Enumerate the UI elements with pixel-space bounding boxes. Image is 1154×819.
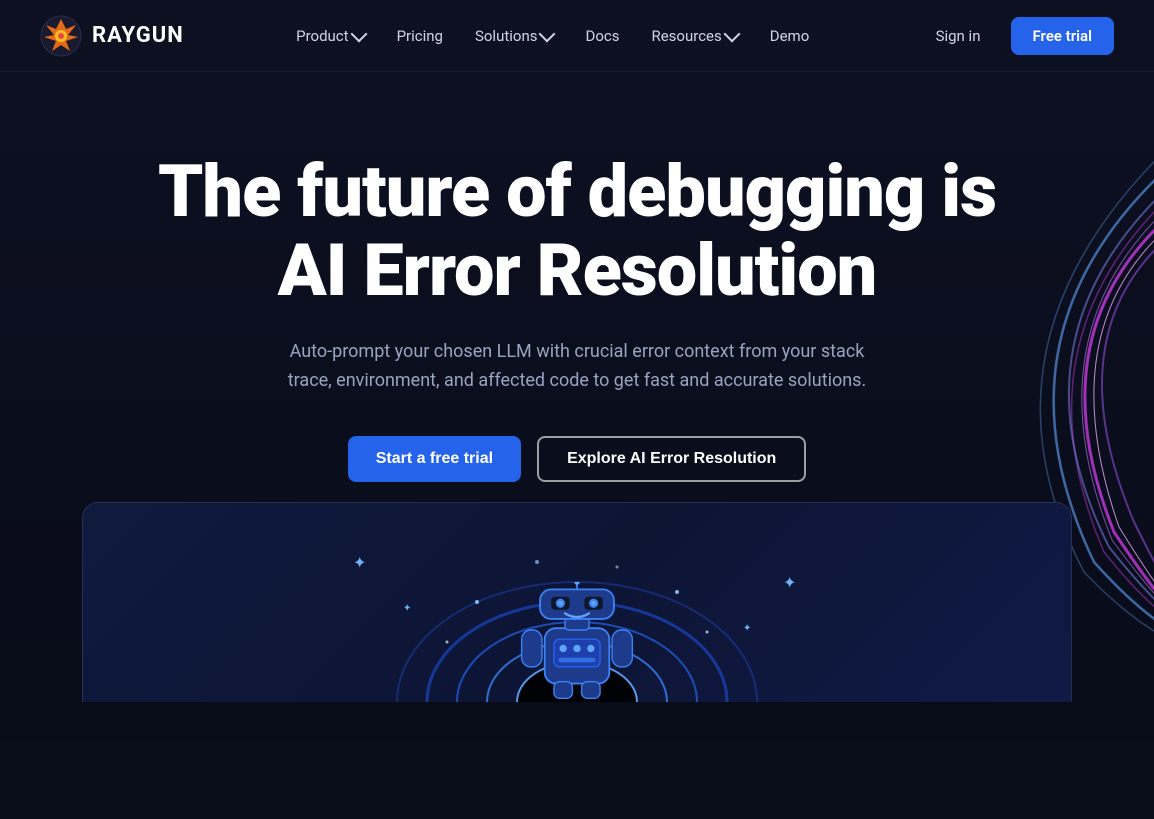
chevron-down-icon (350, 26, 367, 43)
nav-item-product[interactable]: Product (282, 19, 378, 53)
start-free-trial-button[interactable]: Start a free trial (348, 436, 521, 482)
dashboard-preview: ✦ ✦ ✦ ✦ (82, 502, 1072, 702)
sparkle-1: ✦ (353, 553, 366, 572)
nav-actions: Sign in Free trial (922, 17, 1114, 55)
nav-item-demo[interactable]: Demo (756, 19, 824, 53)
chevron-down-icon (539, 26, 556, 43)
robot-figure (517, 582, 637, 702)
navbar: RAYGUN Product Pricing Solutions Docs (0, 0, 1154, 72)
nav-item-solutions[interactable]: Solutions (461, 19, 568, 53)
nav-item-resources[interactable]: Resources (637, 19, 751, 53)
nav-item-pricing[interactable]: Pricing (383, 19, 457, 53)
free-trial-nav-button[interactable]: Free trial (1011, 17, 1114, 55)
nav-link-product[interactable]: Product (282, 19, 378, 53)
sparkle-2: ✦ (783, 573, 796, 592)
explore-ai-button[interactable]: Explore AI Error Resolution (537, 436, 806, 482)
hero-headline: The future of debugging is AI Error Reso… (158, 152, 996, 310)
logo-link[interactable]: RAYGUN (40, 15, 184, 57)
hero-subheading: Auto-prompt your chosen LLM with crucial… (277, 338, 877, 396)
raygun-logo-icon (40, 15, 82, 57)
nav-link-pricing[interactable]: Pricing (383, 19, 457, 53)
sign-in-button[interactable]: Sign in (922, 19, 995, 53)
sparkle-4: ✦ (743, 623, 751, 634)
nav-link-solutions[interactable]: Solutions (461, 19, 568, 53)
sparkle-3: ✦ (403, 603, 411, 614)
nav-links: Product Pricing Solutions Docs Resources (282, 19, 823, 53)
nav-link-docs[interactable]: Docs (571, 19, 633, 53)
nav-link-demo[interactable]: Demo (756, 19, 824, 53)
chevron-down-icon (723, 26, 740, 43)
nav-link-resources[interactable]: Resources (637, 19, 751, 53)
nav-item-docs[interactable]: Docs (571, 19, 633, 53)
hero-section: The future of debugging is AI Error Reso… (0, 72, 1154, 742)
hero-buttons: Start a free trial Explore AI Error Reso… (348, 436, 807, 482)
logo-text: RAYGUN (92, 23, 184, 48)
